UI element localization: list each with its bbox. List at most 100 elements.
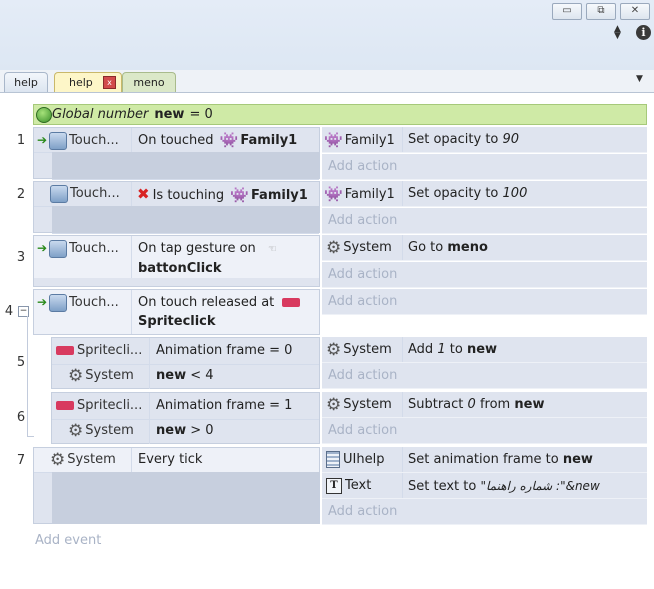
cond-text: On tap gesture on bbox=[138, 241, 256, 256]
object-name: Touch... bbox=[69, 241, 119, 256]
condition-object: Spritecli... bbox=[52, 393, 150, 419]
event-3-conditions[interactable]: ➔ Touch... On tap gesture on ☜ battonClick bbox=[33, 235, 320, 287]
action-row[interactable]: T Text Set text to "شماره راهنما :"&new bbox=[322, 473, 647, 499]
action-row[interactable]: ⚙ System Subtract 0 from new bbox=[322, 392, 647, 418]
add-action-link[interactable]: Add action bbox=[322, 262, 647, 288]
object-name: Touch... bbox=[69, 133, 119, 148]
minimize-button[interactable]: ▭ bbox=[552, 3, 582, 20]
action-row[interactable]: UIhelp Set animation frame to new bbox=[322, 447, 647, 473]
system-gear-icon: ⚙ bbox=[50, 450, 66, 470]
close-button[interactable]: ✕ bbox=[620, 3, 650, 20]
object-name: Spritecli... bbox=[77, 398, 143, 413]
action-row[interactable]: 👾 Family1 Set opacity to 100 bbox=[322, 181, 647, 207]
cond-text: Animation frame = 1 bbox=[156, 398, 293, 413]
action-value: 0 bbox=[467, 397, 476, 412]
scroll-updown-icon[interactable]: ▲ ▼ bbox=[614, 25, 621, 41]
condition-row[interactable]: Touch... ✖ Is touching 👾 Family1 bbox=[34, 182, 319, 207]
cond-text: < 4 bbox=[190, 368, 214, 383]
action-desc: Set opacity to bbox=[408, 132, 499, 147]
condition-row[interactable]: ⚙ System new > 0 bbox=[52, 419, 319, 444]
object-name: Family1 bbox=[344, 133, 395, 148]
cond-text: Is touching bbox=[152, 188, 225, 203]
event-5-conditions[interactable]: Spritecli... Animation frame = 0 ⚙ System… bbox=[51, 337, 320, 389]
tab-list-dropdown-icon[interactable]: ▼ bbox=[636, 74, 643, 84]
object-name: Touch... bbox=[69, 295, 119, 310]
system-gear-icon: ⚙ bbox=[326, 340, 342, 360]
tab-close-icon[interactable]: x bbox=[103, 76, 116, 89]
global-variable-row[interactable]: Global number new = 0 bbox=[33, 104, 647, 125]
action-text: Set opacity to 100 bbox=[404, 181, 647, 206]
empty-condition-area bbox=[52, 152, 319, 180]
object-name: Text bbox=[345, 478, 372, 493]
event-number: 1 bbox=[16, 133, 26, 148]
globe-icon bbox=[36, 107, 52, 123]
action-row[interactable]: ⚙ System Go to meno bbox=[322, 235, 647, 261]
add-action-link[interactable]: Add action bbox=[322, 154, 647, 180]
condition-row[interactable]: Spritecli... Animation frame = 0 bbox=[52, 338, 319, 365]
event-6-conditions[interactable]: Spritecli... Animation frame = 1 ⚙ System… bbox=[51, 392, 320, 444]
sprite-icon bbox=[282, 298, 301, 307]
add-action-link[interactable]: Add action bbox=[322, 289, 647, 315]
trigger-arrow-icon: ➔ bbox=[37, 295, 48, 309]
condition-row[interactable]: ➔ Touch... On touched 👾 Family1 bbox=[34, 128, 319, 153]
condition-object: ⚙ System bbox=[52, 364, 150, 389]
add-action-link[interactable]: Add action bbox=[322, 208, 647, 234]
action-desc: Set animation frame to bbox=[408, 452, 559, 467]
action-row[interactable]: 👾 Family1 Set opacity to 90 bbox=[322, 127, 647, 153]
add-action-text: Add action bbox=[328, 368, 398, 383]
empty-condition-area bbox=[52, 472, 319, 524]
system-gear-icon: ⚙ bbox=[68, 366, 84, 386]
action-value: 90 bbox=[502, 132, 520, 147]
add-action-link[interactable]: Add action bbox=[322, 499, 647, 525]
action-text: Subtract 0 from new bbox=[404, 392, 647, 417]
condition-object: ➔ Touch... bbox=[34, 290, 132, 334]
action-value: 1 bbox=[437, 342, 446, 357]
tab-label: meno bbox=[133, 76, 165, 89]
event-sheet: Global number new = 0 1 ➔ Touch... On touch… bbox=[0, 93, 654, 589]
global-var-value: = 0 bbox=[189, 107, 213, 122]
trigger-arrow-icon: ➔ bbox=[37, 241, 48, 255]
object-name: UIhelp bbox=[343, 452, 385, 467]
event-4-conditions[interactable]: ➔ Touch... On touch released at Spritecli… bbox=[33, 289, 320, 335]
condition-row[interactable]: ⚙ System new < 4 bbox=[52, 364, 319, 389]
add-action-text: Add action bbox=[328, 213, 398, 228]
hand-icon: ☜ bbox=[267, 244, 277, 255]
condition-row[interactable]: Spritecli... Animation frame = 1 bbox=[52, 393, 319, 420]
action-value: "شماره راهنما :"&new bbox=[480, 479, 600, 493]
tab-meno[interactable]: meno bbox=[122, 72, 176, 92]
global-var-label: Global number bbox=[52, 107, 149, 122]
info-icon[interactable]: i bbox=[636, 25, 651, 40]
object-name: System bbox=[85, 368, 134, 383]
tab-strip: help help x meno ▼ bbox=[0, 70, 654, 93]
condition-object: ⚙ System bbox=[52, 419, 150, 444]
condition-row[interactable]: ➔ Touch... On touch released at Spritecli… bbox=[34, 290, 319, 334]
family-icon: 👾 bbox=[219, 131, 239, 149]
add-action-link[interactable]: Add action bbox=[322, 418, 647, 444]
invert-x-icon: ✖ bbox=[137, 185, 150, 203]
restore-button[interactable]: ⧉ bbox=[586, 3, 616, 20]
family-icon: 👾 bbox=[324, 185, 343, 203]
action-text: Set animation frame to new bbox=[404, 447, 647, 472]
event-7-conditions[interactable]: ⚙ System Every tick bbox=[33, 447, 320, 524]
condition-row[interactable]: ⚙ System Every tick bbox=[34, 448, 319, 473]
action-object: UIhelp bbox=[322, 447, 403, 472]
add-action-text: Add action bbox=[328, 504, 398, 519]
tab-help-1[interactable]: help bbox=[4, 72, 48, 92]
add-event-link[interactable]: Add event bbox=[35, 533, 101, 548]
cond-target: Spriteclick bbox=[138, 314, 216, 329]
add-action-link[interactable]: Add action bbox=[322, 363, 647, 389]
tab-label: help bbox=[69, 76, 93, 89]
sprite-icon bbox=[56, 346, 74, 355]
condition-object: ➔ Touch... bbox=[34, 236, 132, 278]
system-gear-icon: ⚙ bbox=[326, 238, 342, 258]
action-desc: Set opacity to bbox=[408, 186, 499, 201]
add-action-text: Add action bbox=[328, 423, 398, 438]
action-row[interactable]: ⚙ System Add 1 to new bbox=[322, 337, 647, 363]
event-number: 5 bbox=[16, 355, 26, 370]
text-object-icon: T bbox=[326, 477, 342, 494]
event-number: 3 bbox=[16, 250, 26, 265]
event-2-conditions[interactable]: Touch... ✖ Is touching 👾 Family1 bbox=[33, 181, 320, 234]
event-1-conditions[interactable]: ➔ Touch... On touched 👾 Family1 bbox=[33, 127, 320, 180]
tab-help-active[interactable]: help x bbox=[54, 72, 122, 92]
condition-row[interactable]: ➔ Touch... On tap gesture on ☜ battonClick bbox=[34, 236, 319, 278]
